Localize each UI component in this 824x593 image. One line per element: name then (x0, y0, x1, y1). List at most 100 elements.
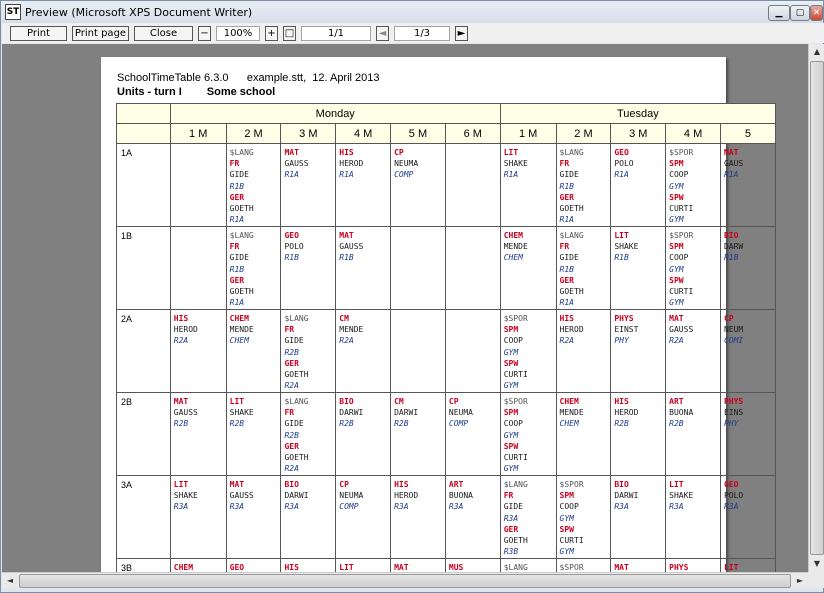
corner-cell (116, 123, 171, 144)
lesson-line: POLO (723, 491, 744, 501)
lesson-line: GIDE (503, 502, 523, 512)
print-button[interactable]: Print (10, 25, 67, 41)
lesson-line: R1B (229, 181, 245, 191)
lesson-cell: CM DARWI R2B (390, 392, 446, 476)
lesson-cell: PHYS (665, 558, 721, 572)
lesson-line: R1A (339, 170, 354, 180)
period-header: 2 M (555, 123, 612, 144)
lesson-line: R2B (284, 347, 299, 357)
lesson-line: DARWI (284, 491, 309, 501)
period-header: 2 M (225, 123, 282, 144)
units-label: Units - turn I (117, 86, 182, 98)
document-header: SchoolTimeTable 6.3.0 example.stt, 12. A… (117, 72, 380, 84)
lesson-line: HIS (614, 397, 629, 406)
lesson-line: CM (339, 314, 349, 323)
lesson-line: COOP (669, 253, 689, 263)
scroll-left-icon[interactable]: ◄ (2, 573, 18, 589)
lesson-line: COOP (503, 336, 523, 346)
document-viewport[interactable]: SchoolTimeTable 6.3.0 example.stt, 12. A… (2, 44, 808, 572)
close-window-button[interactable]: ✕ (810, 5, 823, 21)
lesson-line: R1B (339, 253, 354, 263)
lesson-line: GYM (669, 264, 684, 274)
page-field[interactable]: 1/1 (301, 25, 371, 41)
lesson-line: R1A (503, 170, 519, 180)
lesson-line: DARW (723, 242, 744, 252)
lesson-cell: LIT SHAKE R2B (225, 392, 282, 476)
lesson-line: R3A (669, 502, 684, 512)
page-of-field[interactable]: 1/3 (394, 25, 450, 41)
lesson-line: HIS (559, 314, 574, 323)
lesson-cell (169, 226, 227, 310)
corner-cell (116, 103, 171, 124)
next-page-button[interactable]: ► (455, 25, 468, 41)
lesson-cell: LIT SHAKE R3A (665, 475, 721, 559)
lesson-line: SPM (503, 325, 519, 335)
lesson-line: R2B (229, 419, 245, 429)
lesson-cell: LIT SHAKE R3A (169, 475, 227, 559)
preview-window: ST Preview (Microsoft XPS Document Write… (0, 0, 824, 593)
lesson-line: R1A (284, 170, 299, 180)
lesson-line: GIDE (229, 253, 249, 263)
lesson-line: R1A (229, 298, 245, 308)
lesson-cell: MAT GAUSS R1B (335, 226, 392, 310)
title-bar[interactable]: ST Preview (Microsoft XPS Document Write… (1, 1, 823, 23)
fit-page-icon[interactable]: □ (283, 25, 296, 41)
lesson-line: CP (448, 397, 459, 406)
horizontal-scroll-thumb[interactable] (19, 574, 791, 588)
lesson-line: GER (284, 441, 299, 451)
lesson-line: R1A (614, 170, 629, 180)
lesson-line: PHYS (723, 397, 744, 406)
lesson-line: $LANG (229, 231, 254, 240)
lesson-cell: $LANG FR GIDE R1B GER GOETH R1A (555, 143, 612, 227)
lesson-line: GIDE (284, 419, 304, 429)
print-page-button[interactable]: Print page (72, 25, 129, 41)
lesson-line: NEUMA (339, 491, 364, 501)
lesson-line: COOP (559, 502, 579, 512)
lesson-cell: HIS (280, 558, 337, 572)
horizontal-scrollbar[interactable]: ◄ ► (2, 572, 808, 588)
scroll-up-icon[interactable]: ▲ (809, 44, 824, 60)
lesson-line: GYM (503, 464, 519, 474)
lesson-cell: CHEM MENDE CHEM (555, 392, 612, 476)
lesson-line: COOP (503, 419, 523, 429)
lesson-cell: CM MENDE R2A (335, 309, 392, 393)
prev-page-button[interactable]: ◄ (376, 25, 389, 41)
document-page: SchoolTimeTable 6.3.0 example.stt, 12. A… (101, 57, 777, 572)
lesson-line: GER (559, 275, 574, 285)
period-header: 4 M (335, 123, 392, 144)
table-row: 3A LIT SHAKE R3A MAT GAUSS R3A BIO DARWI R3A CP NEU… (116, 475, 777, 559)
lesson-cell: LIT (335, 558, 392, 572)
lesson-cell: LIT SHAKE R1B (610, 226, 667, 310)
scroll-right-icon[interactable]: ► (792, 573, 808, 589)
lesson-line: CHEM (229, 336, 249, 346)
lesson-line: BUONA (669, 408, 694, 418)
zoom-field[interactable]: 100% (216, 25, 260, 41)
lesson-cell (444, 226, 501, 310)
lesson-line: GYM (503, 347, 519, 357)
vertical-scrollbar[interactable]: ▲ ▼ (808, 44, 824, 572)
day-header: Tuesday (499, 103, 777, 124)
lesson-line: HIS (173, 314, 189, 323)
lesson-cell: HIS HEROD R1A (335, 143, 392, 227)
maximize-button[interactable]: ▢ (790, 5, 810, 21)
period-header: 3 M (280, 123, 337, 144)
lesson-line: GOETH (229, 204, 254, 214)
lesson-line: SHAKE (503, 159, 528, 169)
lesson-cell: BIO DARWI R3A (610, 475, 667, 559)
lesson-line: CP (723, 314, 734, 323)
lesson-line: GAUSS (229, 491, 254, 501)
zoom-in-button[interactable]: + (265, 25, 278, 41)
minimize-button[interactable]: ▁ (768, 5, 790, 21)
zoom-out-button[interactable]: − (198, 25, 211, 41)
lesson-line: NEUMA (394, 159, 419, 169)
lesson-cell: HIS HEROD R3A (390, 475, 446, 559)
lesson-line: GOETH (503, 536, 528, 546)
close-button[interactable]: Close (134, 25, 193, 41)
scroll-down-icon[interactable]: ▼ (809, 556, 824, 572)
vertical-scroll-thumb[interactable] (810, 61, 824, 555)
lesson-line: FR (559, 242, 570, 252)
lesson-line: LIT (614, 231, 629, 240)
size-grip[interactable] (808, 572, 824, 588)
lesson-line: R2A (559, 336, 574, 346)
table-row: 2B MAT GAUSS R2B LIT SHAKE R2B $LANG FR GIDE R2B GE… (116, 392, 777, 476)
